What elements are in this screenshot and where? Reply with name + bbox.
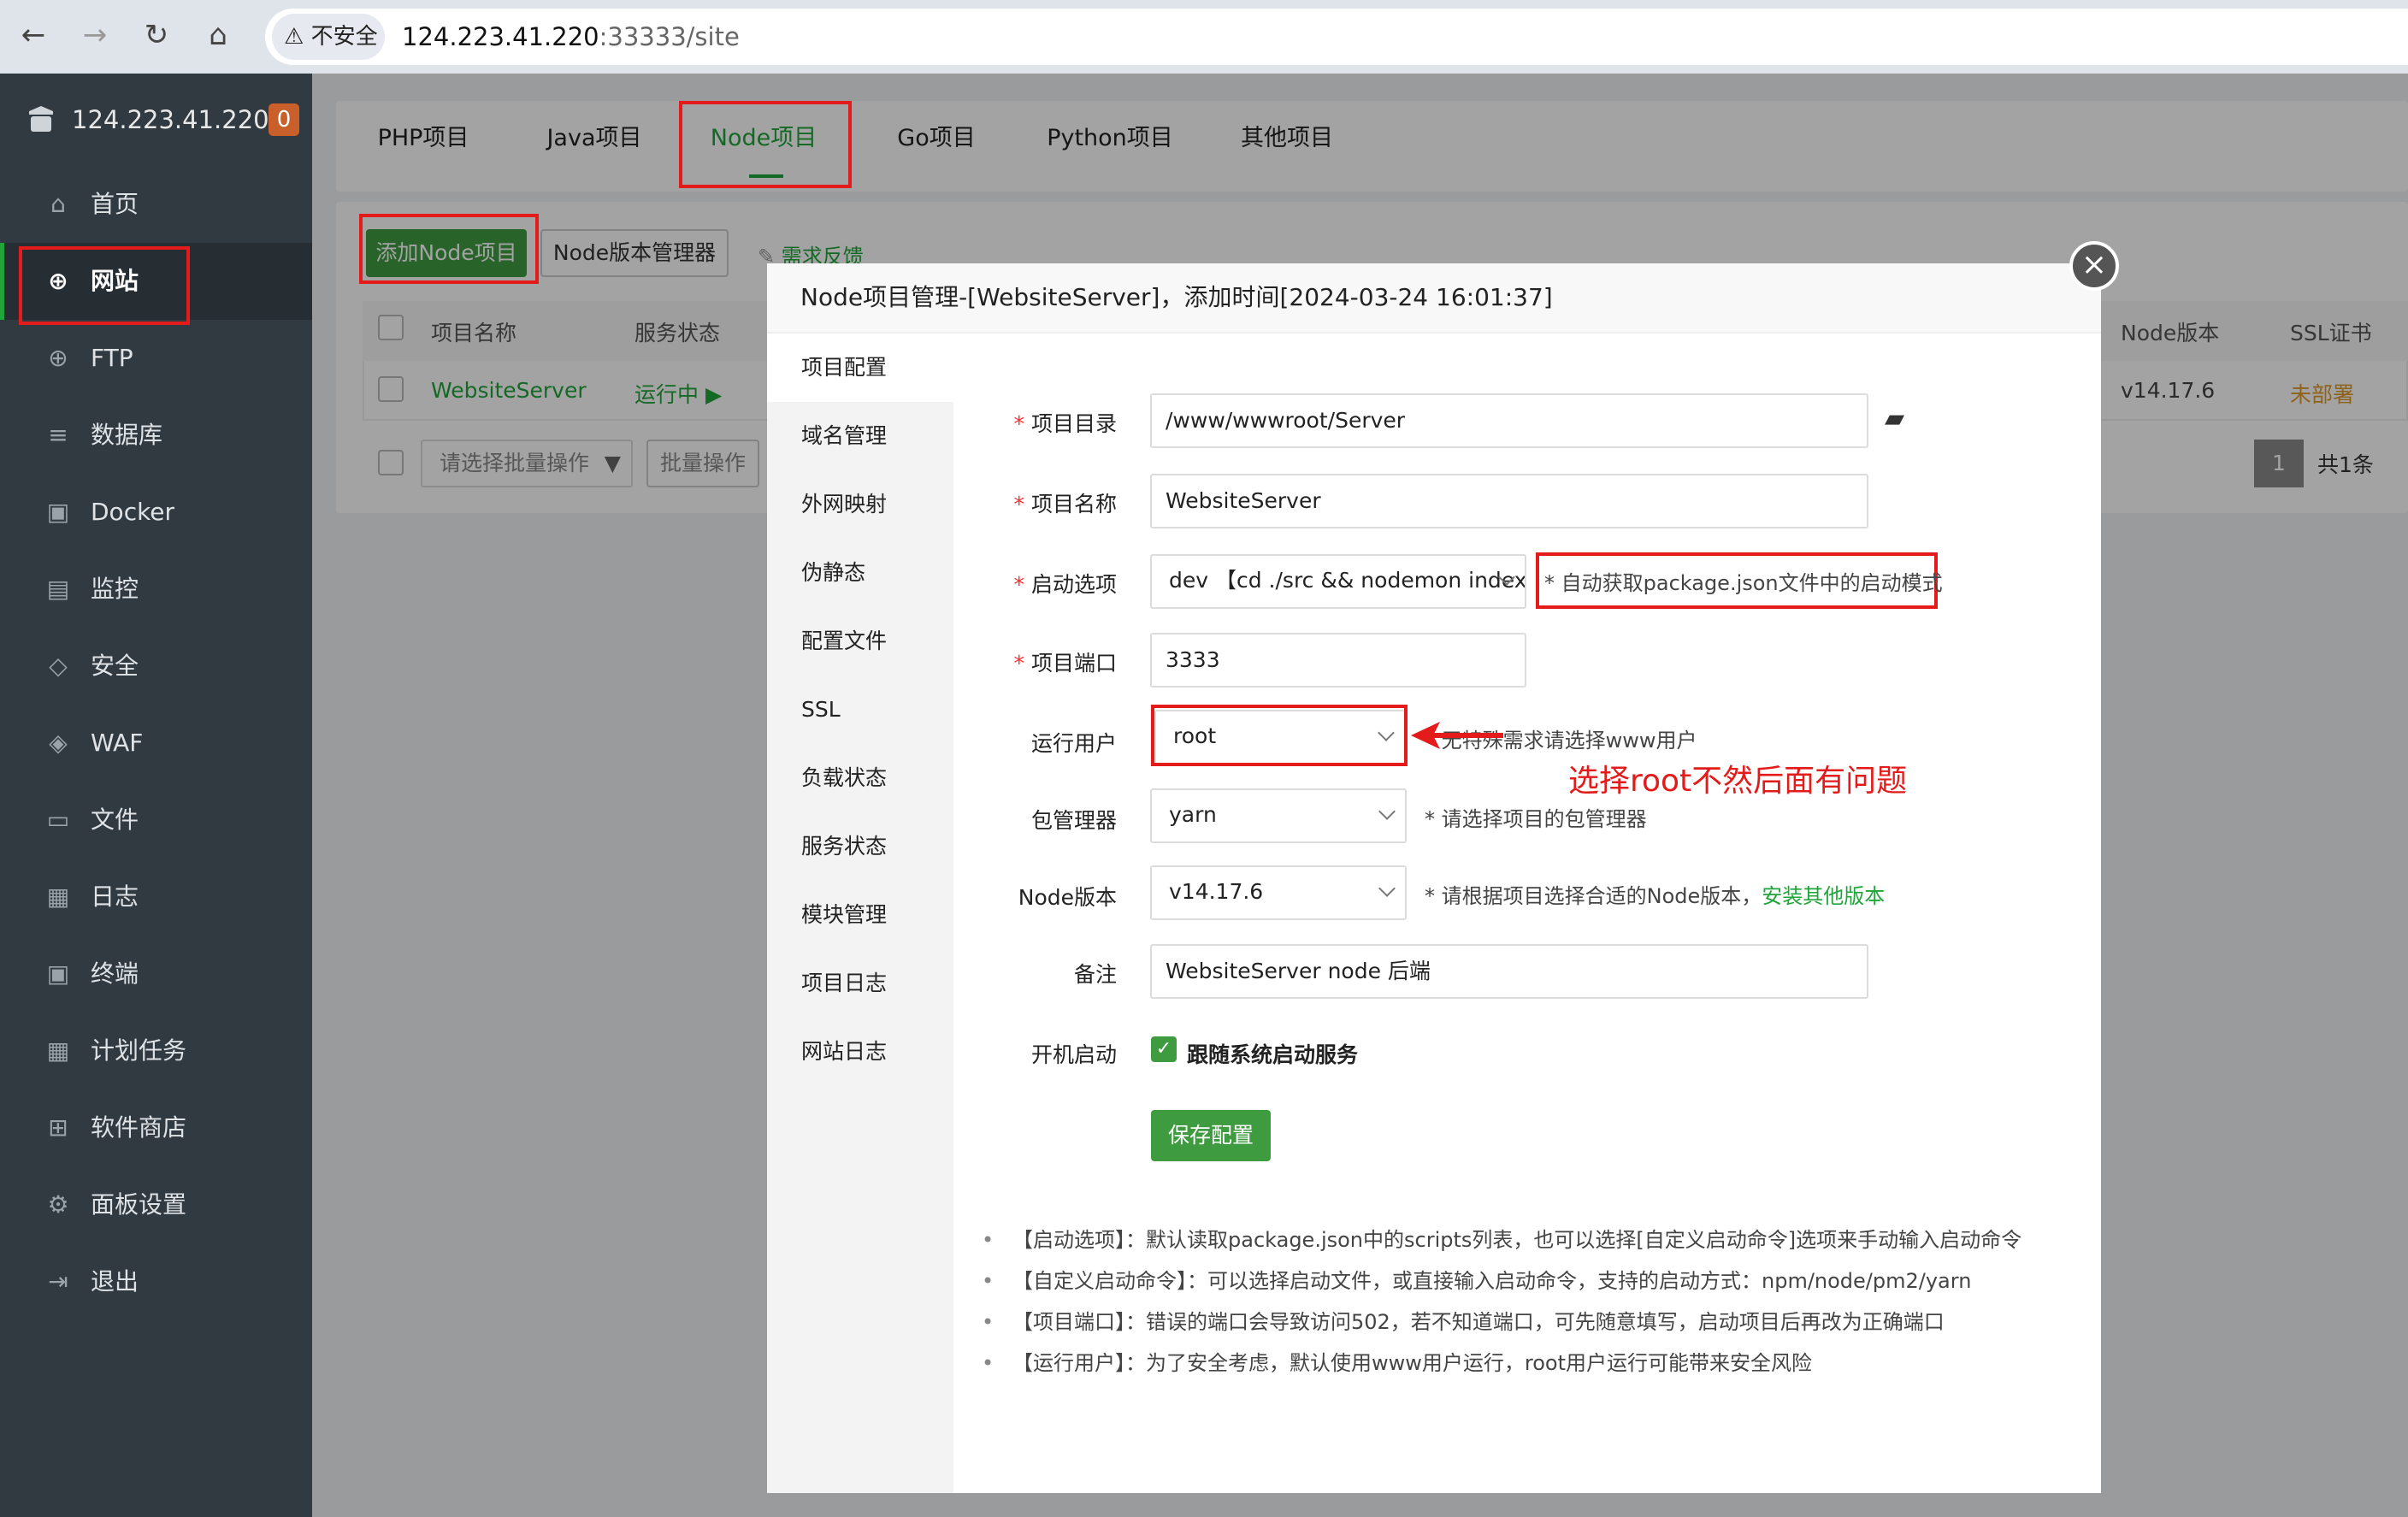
port-label: * 项目端口 bbox=[1013, 651, 1117, 676]
sidebar-item-home[interactable]: ⌂ 首页 bbox=[0, 166, 312, 243]
security-chip[interactable]: ⚠ 不安全 bbox=[272, 14, 385, 60]
project-port-input[interactable]: 3333 bbox=[1150, 633, 1526, 688]
annotation-box-user bbox=[1151, 705, 1408, 766]
chevron-down-icon bbox=[1378, 803, 1396, 820]
modal-nav-load[interactable]: 负载状态 bbox=[767, 744, 953, 812]
sidebar-item-files[interactable]: ▭ 文件 bbox=[0, 782, 312, 859]
home-icon[interactable]: ⌂ bbox=[197, 14, 239, 56]
sidebar-item-database[interactable]: ≡ 数据库 bbox=[0, 397, 312, 474]
folder-icon: ▭ bbox=[46, 806, 70, 834]
annotation-box-node-tab bbox=[679, 101, 852, 188]
save-config-button[interactable]: 保存配置 bbox=[1151, 1110, 1271, 1161]
back-icon[interactable]: ← bbox=[12, 14, 55, 56]
sidebar-item-terminal[interactable]: ▣ 终端 bbox=[0, 936, 312, 1012]
sidebar-item-logs[interactable]: ▦ 日志 bbox=[0, 859, 312, 936]
reload-icon[interactable]: ↻ bbox=[135, 14, 178, 56]
remark-label: 备注 bbox=[1073, 962, 1117, 987]
modal-nav-config-file[interactable]: 配置文件 bbox=[767, 607, 953, 676]
modal-nav-project-log[interactable]: 项目日志 bbox=[767, 949, 953, 1018]
modal-nav-mapping[interactable]: 外网映射 bbox=[767, 470, 953, 539]
tip-port: 【项目端口】：错误的端口会导致访问502，若不知道端口，可先随意填写，启动项目后… bbox=[982, 1302, 1945, 1343]
close-icon[interactable]: × bbox=[2069, 241, 2119, 291]
modal-title: Node项目管理-[WebsiteServer]，添加时间[2024-03-24… bbox=[800, 283, 1553, 311]
warning-icon: ⚠ bbox=[284, 24, 311, 50]
folder-open-icon[interactable]: ▰ bbox=[1885, 404, 1904, 434]
modal-nav-ssl[interactable]: SSL bbox=[767, 676, 953, 744]
pm-hint: * 请选择项目的包管理器 bbox=[1425, 807, 1647, 831]
sidebar-item-cron[interactable]: ▦ 计划任务 bbox=[0, 1012, 312, 1089]
project-name-input[interactable]: WebsiteServer bbox=[1150, 474, 1868, 528]
log-icon: ▦ bbox=[46, 882, 70, 911]
start-option-select[interactable]: dev 【cd ./src && nodemon index.j bbox=[1150, 554, 1526, 609]
name-label: * 项目名称 bbox=[1013, 492, 1117, 516]
home-icon: ⌂ bbox=[50, 190, 66, 218]
project-dir-input[interactable]: /www/wwwroot/Server bbox=[1150, 393, 1868, 448]
terminal-icon: ▣ bbox=[46, 959, 70, 988]
database-icon: ≡ bbox=[48, 421, 68, 449]
tip-run-user: 【运行用户】：为了安全考虑，默认使用www用户运行，root用户运行可能带来安全… bbox=[982, 1343, 1812, 1384]
boot-checkbox-label[interactable]: 跟随系统启动服务 bbox=[1187, 1038, 1358, 1069]
annotation-box-website bbox=[19, 246, 190, 325]
sidebar-item-monitor[interactable]: ▤ 监控 bbox=[0, 551, 312, 628]
chevron-down-icon bbox=[1378, 880, 1396, 897]
grid-icon: ⊞ bbox=[48, 1113, 68, 1142]
user-label: 运行用户 bbox=[1030, 731, 1117, 756]
monitor-icon: ▤ bbox=[46, 575, 70, 603]
panel-logo-icon bbox=[29, 106, 53, 132]
install-other-version-link[interactable]: 安装其他版本 bbox=[1762, 884, 1885, 908]
boot-checkbox[interactable]: ✓ bbox=[1151, 1036, 1177, 1062]
dir-label: * 项目目录 bbox=[1013, 411, 1117, 436]
url-text[interactable]: 124.223.41.220:33333/site bbox=[402, 14, 740, 60]
tip-start-option: 【启动选项】：默认读取package.json中的scripts列表，也可以选择… bbox=[982, 1219, 2021, 1260]
shield-icon: ◇ bbox=[49, 652, 68, 680]
annotation-note: 选择root不然后面有问题 bbox=[1568, 764, 1908, 799]
sidebar-item-settings[interactable]: ⚙ 面板设置 bbox=[0, 1166, 312, 1243]
sidebar-item-waf[interactable]: ◈ WAF bbox=[0, 705, 312, 782]
package-manager-select[interactable]: yarn bbox=[1150, 788, 1407, 843]
sidebar-item-docker[interactable]: ▣ Docker bbox=[0, 474, 312, 551]
sidebar-item-logout[interactable]: ⇥ 退出 bbox=[0, 1243, 312, 1320]
modal-nav-domain[interactable]: 域名管理 bbox=[767, 402, 953, 470]
node-version-select[interactable]: v14.17.6 bbox=[1150, 865, 1407, 920]
notification-badge[interactable]: 0 bbox=[269, 103, 299, 136]
modal-nav-modules[interactable]: 模块管理 bbox=[767, 881, 953, 949]
remark-input[interactable]: WebsiteServer node 后端 bbox=[1150, 944, 1868, 999]
pm-label: 包管理器 bbox=[1030, 808, 1117, 833]
annotation-box-add-button bbox=[359, 214, 539, 284]
server-host: 124.223.41.220 bbox=[72, 105, 269, 134]
node-version-hint: * 请根据项目选择合适的Node版本，安装其他版本 bbox=[1425, 884, 1886, 908]
modal-nav-service[interactable]: 服务状态 bbox=[767, 812, 953, 881]
node-version-label: Node版本 bbox=[1018, 885, 1117, 910]
tip-custom-command: 【自定义启动命令】：可以选择启动文件，或直接输入启动命令，支持的启动方式：npm… bbox=[982, 1260, 1971, 1302]
modal-nav-project-config[interactable]: 项目配置 bbox=[767, 334, 953, 402]
boot-label: 开机启动 bbox=[1030, 1042, 1117, 1067]
logout-icon: ⇥ bbox=[48, 1267, 68, 1296]
forward-icon[interactable]: → bbox=[74, 14, 116, 56]
modal-nav-rewrite[interactable]: 伪静态 bbox=[767, 539, 953, 607]
ftp-icon: ⊕ bbox=[48, 344, 68, 372]
gear-icon: ⚙ bbox=[47, 1190, 69, 1219]
waf-icon: ◈ bbox=[49, 729, 68, 757]
sidebar-item-ftp[interactable]: ⊕ FTP bbox=[0, 320, 312, 397]
modal-nav-site-log[interactable]: 网站日志 bbox=[767, 1018, 953, 1086]
sidebar-item-store[interactable]: ⊞ 软件商店 bbox=[0, 1089, 312, 1166]
sidebar-item-security[interactable]: ◇ 安全 bbox=[0, 628, 312, 705]
docker-icon: ▣ bbox=[46, 498, 70, 526]
annotation-arrow-icon bbox=[1411, 722, 1503, 749]
calendar-icon: ▦ bbox=[46, 1036, 70, 1065]
start-hint: * 自动获取package.json文件中的启动模式 bbox=[1544, 571, 1943, 595]
start-label: * 启动选项 bbox=[1013, 572, 1117, 597]
